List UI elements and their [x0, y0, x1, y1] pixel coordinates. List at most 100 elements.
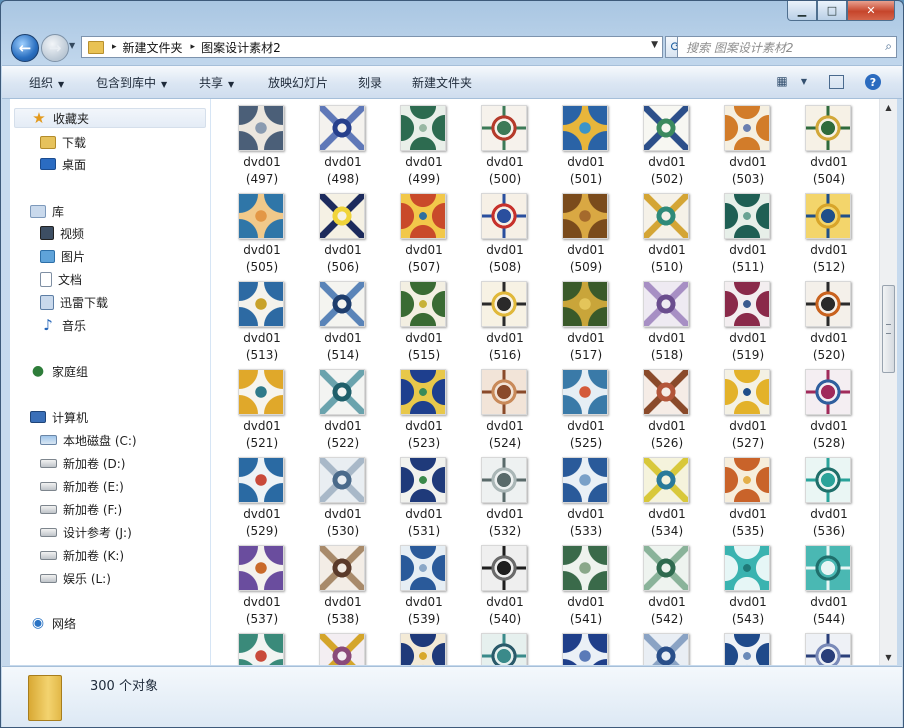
file-item[interactable]: dvd01 (516) — [470, 278, 540, 362]
file-item[interactable]: dvd01 (508) — [470, 190, 540, 274]
file-item[interactable]: dvd01 — [227, 630, 297, 665]
file-item[interactable]: dvd01 (518) — [632, 278, 702, 362]
file-item[interactable]: dvd01 — [632, 630, 702, 665]
file-item[interactable]: dvd01 (509) — [551, 190, 621, 274]
file-item[interactable]: dvd01 (497) — [227, 102, 297, 186]
search-icon[interactable]: ⌕ — [885, 39, 892, 54]
file-item[interactable]: dvd01 — [551, 630, 621, 665]
sidebar-item-videos[interactable]: 视频 — [40, 223, 84, 243]
sidebar-item-homegroup[interactable]: ● 家庭组 — [30, 361, 88, 381]
file-item[interactable]: dvd01 (541) — [551, 542, 621, 626]
minimize-button[interactable]: ▁ — [787, 1, 817, 21]
file-item[interactable]: dvd01 (525) — [551, 366, 621, 450]
file-item[interactable]: dvd01 (532) — [470, 454, 540, 538]
sidebar-item-drive-f[interactable]: 新加卷 (F:) — [40, 499, 122, 519]
sidebar-item-drive-d[interactable]: 新加卷 (D:) — [40, 453, 125, 473]
forward-button[interactable]: → — [41, 34, 69, 62]
sidebar-item-favorites[interactable]: ★ 收藏夹 — [14, 108, 206, 128]
scroll-up-arrow-icon[interactable]: ▲ — [880, 99, 897, 115]
sidebar-item-network[interactable]: ◉ 网络 — [30, 613, 76, 633]
file-item[interactable]: dvd01 (527) — [713, 366, 783, 450]
file-item[interactable]: dvd01 (517) — [551, 278, 621, 362]
preview-pane-icon[interactable] — [829, 75, 844, 89]
file-item[interactable]: dvd01 (513) — [227, 278, 297, 362]
file-item[interactable]: dvd01 — [308, 630, 378, 665]
sidebar-item-drive-k[interactable]: 新加卷 (K:) — [40, 545, 124, 565]
maximize-button[interactable]: □ — [817, 1, 847, 21]
file-item[interactable]: dvd01 (539) — [389, 542, 459, 626]
sidebar-item-drive-e[interactable]: 新加卷 (E:) — [40, 476, 124, 496]
sidebar-item-computer[interactable]: 计算机 — [30, 407, 88, 427]
burn-button[interactable]: 刻录 — [358, 74, 382, 91]
close-button[interactable]: ✕ — [847, 1, 895, 21]
breadcrumb-separator[interactable]: ▸ — [112, 42, 117, 52]
file-item[interactable]: dvd01 (544) — [794, 542, 864, 626]
view-options-dropdown[interactable]: ▼ — [796, 73, 812, 89]
file-item[interactable]: dvd01 (510) — [632, 190, 702, 274]
file-item[interactable]: dvd01 (536) — [794, 454, 864, 538]
file-item[interactable]: dvd01 (503) — [713, 102, 783, 186]
file-item[interactable]: dvd01 (519) — [713, 278, 783, 362]
breadcrumb-separator[interactable]: ▸ — [191, 42, 196, 52]
file-item[interactable]: dvd01 — [389, 630, 459, 665]
sidebar-item-desktop[interactable]: 桌面 — [40, 154, 86, 174]
file-item[interactable]: dvd01 (530) — [308, 454, 378, 538]
file-item[interactable]: dvd01 (521) — [227, 366, 297, 450]
sidebar-item-documents[interactable]: 文档 — [40, 269, 82, 289]
file-item[interactable]: dvd01 (522) — [308, 366, 378, 450]
scrollbar-thumb[interactable] — [882, 285, 895, 373]
file-item[interactable]: dvd01 (528) — [794, 366, 864, 450]
file-item[interactable]: dvd01 (515) — [389, 278, 459, 362]
scroll-down-arrow-icon[interactable]: ▼ — [880, 649, 897, 665]
sidebar-item-music[interactable]: ♪ 音乐 — [40, 315, 86, 335]
file-item[interactable]: dvd01 (500) — [470, 102, 540, 186]
file-item[interactable]: dvd01 (538) — [308, 542, 378, 626]
file-item[interactable]: dvd01 (533) — [551, 454, 621, 538]
file-item[interactable]: dvd01 (514) — [308, 278, 378, 362]
sidebar-item-drive-j[interactable]: 设计参考 (J:) — [40, 522, 132, 542]
file-item[interactable]: dvd01 (531) — [389, 454, 459, 538]
file-item[interactable]: dvd01 (501) — [551, 102, 621, 186]
file-item[interactable]: dvd01 (526) — [632, 366, 702, 450]
file-item[interactable]: dvd01 (542) — [632, 542, 702, 626]
slideshow-button[interactable]: 放映幻灯片 — [268, 74, 328, 91]
file-item[interactable]: dvd01 — [794, 630, 864, 665]
share-menu[interactable]: 共享 ▼ — [199, 74, 234, 91]
file-item[interactable]: dvd01 (498) — [308, 102, 378, 186]
sidebar-item-xunlei[interactable]: 迅雷下载 — [40, 292, 108, 312]
file-item[interactable]: dvd01 (523) — [389, 366, 459, 450]
file-item[interactable]: dvd01 (529) — [227, 454, 297, 538]
file-item[interactable]: dvd01 (512) — [794, 190, 864, 274]
file-item[interactable]: dvd01 (540) — [470, 542, 540, 626]
address-bar[interactable]: ▸ 新建文件夹 ▸ 图案设计素材2 ▼ — [81, 36, 663, 58]
recent-pages-dropdown[interactable]: ▼ — [69, 41, 75, 50]
file-item[interactable]: dvd01 (543) — [713, 542, 783, 626]
breadcrumb-current-folder[interactable]: 图案设计素材2 — [201, 39, 281, 56]
search-input[interactable] — [684, 38, 878, 58]
file-item[interactable]: dvd01 (511) — [713, 190, 783, 274]
file-item[interactable]: dvd01 (502) — [632, 102, 702, 186]
file-item[interactable]: dvd01 (499) — [389, 102, 459, 186]
file-item[interactable]: dvd01 (505) — [227, 190, 297, 274]
file-item[interactable]: dvd01 (524) — [470, 366, 540, 450]
address-dropdown-icon[interactable]: ▼ — [651, 40, 658, 50]
file-item[interactable]: dvd01 (534) — [632, 454, 702, 538]
include-in-library-menu[interactable]: 包含到库中 ▼ — [96, 74, 167, 91]
sidebar-item-drive-c[interactable]: 本地磁盘 (C:) — [40, 430, 137, 450]
help-icon[interactable]: ? — [865, 74, 881, 90]
sidebar-item-libraries[interactable]: 库 — [30, 201, 64, 221]
new-folder-button[interactable]: 新建文件夹 — [412, 74, 472, 91]
back-button[interactable]: ← — [11, 34, 39, 62]
file-item[interactable]: dvd01 — [470, 630, 540, 665]
file-item[interactable]: dvd01 (504) — [794, 102, 864, 186]
file-item[interactable]: dvd01 (520) — [794, 278, 864, 362]
file-item[interactable]: dvd01 (535) — [713, 454, 783, 538]
vertical-scrollbar[interactable]: ▲ ▼ — [879, 99, 897, 665]
file-item[interactable]: dvd01 — [713, 630, 783, 665]
file-item[interactable]: dvd01 (506) — [308, 190, 378, 274]
sidebar-item-downloads[interactable]: 下载 — [40, 132, 86, 152]
sidebar-item-pictures[interactable]: 图片 — [40, 246, 85, 266]
search-box[interactable]: ⌕ — [677, 36, 897, 58]
sidebar-item-drive-l[interactable]: 娱乐 (L:) — [40, 568, 111, 588]
file-item[interactable]: dvd01 (537) — [227, 542, 297, 626]
